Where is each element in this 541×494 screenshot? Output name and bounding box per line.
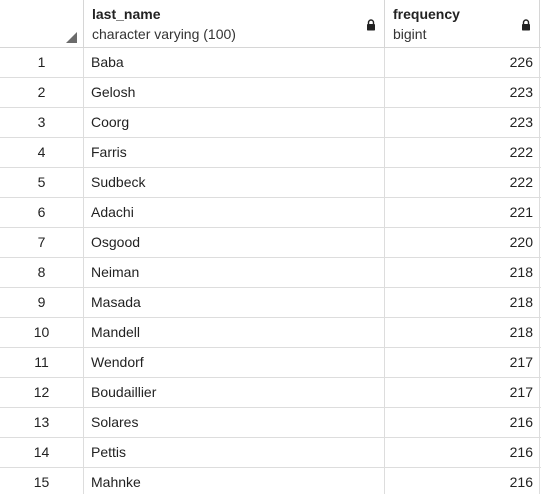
column-header-frequency[interactable]: frequency bigint [385, 0, 540, 47]
column-type: character varying (100) [92, 26, 236, 42]
cell-last-name[interactable]: Mahnke [84, 468, 385, 494]
cell-last-name[interactable]: Pettis [84, 438, 385, 467]
cell-frequency[interactable]: 222 [385, 138, 540, 167]
cell-frequency[interactable]: 221 [385, 198, 540, 227]
cell-frequency[interactable]: 223 [385, 108, 540, 137]
lock-icon [367, 19, 375, 31]
cell-frequency[interactable]: 217 [385, 348, 540, 377]
table-row[interactable]: 12 Boudaillier 217 [0, 378, 541, 408]
table-row[interactable]: 1 Baba 226 [0, 48, 541, 78]
table-row[interactable]: 4 Farris 222 [0, 138, 541, 168]
cell-last-name[interactable]: Boudaillier [84, 378, 385, 407]
cell-last-name[interactable]: Sudbeck [84, 168, 385, 197]
cell-frequency[interactable]: 217 [385, 378, 540, 407]
column-name: last_name [92, 6, 161, 22]
cell-last-name[interactable]: Coorg [84, 108, 385, 137]
column-header-last-name[interactable]: last_name character varying (100) [84, 0, 385, 47]
row-number[interactable]: 8 [0, 258, 84, 287]
cell-frequency[interactable]: 216 [385, 468, 540, 494]
table-row[interactable]: 15 Mahnke 216 [0, 468, 541, 494]
row-number[interactable]: 9 [0, 288, 84, 317]
table-row[interactable]: 6 Adachi 221 [0, 198, 541, 228]
cell-last-name[interactable]: Gelosh [84, 78, 385, 107]
query-result-grid: last_name character varying (100) freque… [0, 0, 541, 494]
table-row[interactable]: 7 Osgood 220 [0, 228, 541, 258]
row-number[interactable]: 6 [0, 198, 84, 227]
cell-last-name[interactable]: Masada [84, 288, 385, 317]
table-row[interactable]: 5 Sudbeck 222 [0, 168, 541, 198]
cell-frequency[interactable]: 218 [385, 318, 540, 347]
table-row[interactable]: 10 Mandell 218 [0, 318, 541, 348]
cell-frequency[interactable]: 216 [385, 408, 540, 437]
column-type: bigint [393, 26, 427, 42]
row-number[interactable]: 10 [0, 318, 84, 347]
row-number[interactable]: 1 [0, 48, 84, 77]
column-name: frequency [393, 6, 460, 22]
select-all-corner-icon [66, 32, 77, 43]
cell-last-name[interactable]: Solares [84, 408, 385, 437]
row-number[interactable]: 2 [0, 78, 84, 107]
cell-last-name[interactable]: Mandell [84, 318, 385, 347]
table-row[interactable]: 3 Coorg 223 [0, 108, 541, 138]
cell-frequency[interactable]: 220 [385, 228, 540, 257]
row-number[interactable]: 11 [0, 348, 84, 377]
cell-frequency[interactable]: 223 [385, 78, 540, 107]
lock-icon [522, 19, 530, 31]
cell-frequency[interactable]: 216 [385, 438, 540, 467]
table-row[interactable]: 13 Solares 216 [0, 408, 541, 438]
cell-frequency[interactable]: 222 [385, 168, 540, 197]
cell-last-name[interactable]: Neiman [84, 258, 385, 287]
table-row[interactable]: 2 Gelosh 223 [0, 78, 541, 108]
table-row[interactable]: 8 Neiman 218 [0, 258, 541, 288]
table-row[interactable]: 11 Wendorf 217 [0, 348, 541, 378]
cell-last-name[interactable]: Osgood [84, 228, 385, 257]
cell-frequency[interactable]: 218 [385, 258, 540, 287]
cell-last-name[interactable]: Farris [84, 138, 385, 167]
row-number[interactable]: 7 [0, 228, 84, 257]
cell-frequency[interactable]: 226 [385, 48, 540, 77]
row-number[interactable]: 5 [0, 168, 84, 197]
cell-last-name[interactable]: Adachi [84, 198, 385, 227]
row-number[interactable]: 12 [0, 378, 84, 407]
table-row[interactable]: 14 Pettis 216 [0, 438, 541, 468]
select-all-corner[interactable] [0, 0, 84, 47]
row-number[interactable]: 13 [0, 408, 84, 437]
cell-last-name[interactable]: Baba [84, 48, 385, 77]
row-number[interactable]: 3 [0, 108, 84, 137]
row-number[interactable]: 4 [0, 138, 84, 167]
cell-frequency[interactable]: 218 [385, 288, 540, 317]
table-row[interactable]: 9 Masada 218 [0, 288, 541, 318]
grid-header: last_name character varying (100) freque… [0, 0, 541, 48]
cell-last-name[interactable]: Wendorf [84, 348, 385, 377]
row-number[interactable]: 14 [0, 438, 84, 467]
row-number[interactable]: 15 [0, 468, 84, 494]
